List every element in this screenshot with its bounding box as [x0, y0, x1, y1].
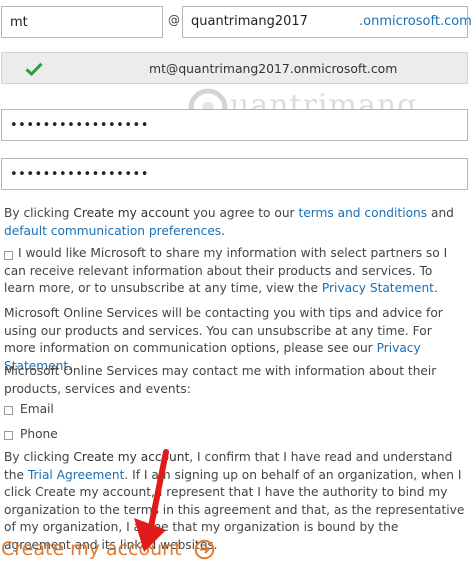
phone-label: Phone [20, 427, 58, 441]
confirmed-email: mt@quantrimang2017.onmicrosoft.com [149, 61, 398, 76]
password-input[interactable] [1, 109, 468, 141]
trial-agreement-link[interactable]: Trial Agreement [28, 468, 124, 482]
domain-suffix: .onmicrosoft.com [359, 14, 472, 29]
contact-options-intro: Microsoft Online Services may contact me… [4, 364, 437, 396]
terms-bold: Create my account [73, 206, 190, 220]
checkmark-icon [25, 62, 43, 76]
privacy-statement-link-1[interactable]: Privacy Statement [322, 281, 434, 295]
terms-mid: you agree to our [189, 206, 299, 220]
address-confirmation-bar: mt@quantrimang2017.onmicrosoft.com [1, 52, 468, 84]
alias-input[interactable] [1, 6, 163, 38]
terms-text: By clicking Create my account you agree … [4, 205, 466, 240]
confirm-password-input[interactable] [1, 158, 468, 190]
at-sign: @ [168, 13, 180, 27]
terms-and: and [427, 206, 454, 220]
email-label: Email [20, 402, 54, 416]
terms-end: . [221, 223, 226, 238]
terms-pre: By clicking [4, 206, 74, 220]
domain-value: quantrimang2017 [191, 14, 308, 29]
domain-input[interactable]: quantrimang2017 .onmicrosoft.com [182, 6, 472, 38]
communication-preferences-link[interactable]: default communication preferences [4, 224, 221, 238]
share-consent-end: . [433, 281, 438, 295]
share-consent-text: I would like Microsoft to share my infor… [4, 245, 466, 298]
arrow-right-circle-icon [194, 539, 215, 560]
terms-and-conditions-link[interactable]: terms and conditions [298, 206, 427, 220]
annotation-arrow-icon [134, 449, 169, 552]
agreement-pre: By clicking [4, 450, 74, 464]
phone-checkbox[interactable] [4, 431, 13, 440]
email-checkbox[interactable] [4, 406, 13, 415]
